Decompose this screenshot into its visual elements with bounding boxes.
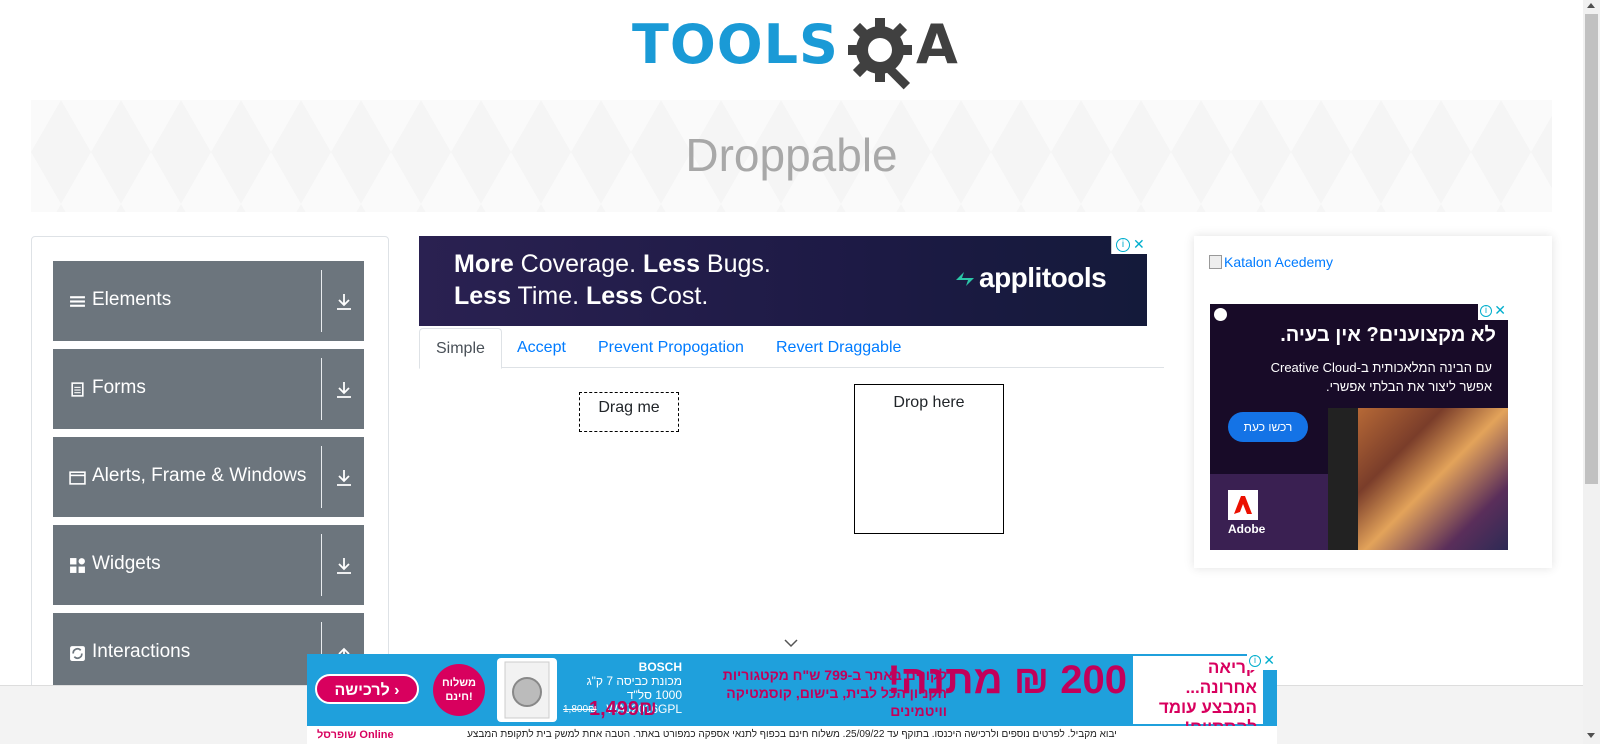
ad-brand: Adobe [1228,522,1266,536]
product-price: 1,499₪ [589,698,657,720]
page-title: Droppable [685,129,898,181]
broken-image-icon [1209,255,1222,269]
download-arrow-icon[interactable] [334,291,354,313]
refresh-icon [70,646,85,661]
sidebar-group-elements[interactable]: Elements [53,261,364,341]
ad-brand: applitools [979,262,1107,293]
tab-simple[interactable]: Simple [419,328,502,369]
tab-revert-draggable[interactable]: Revert Draggable [760,328,917,369]
ad-text: Less [586,282,643,310]
product-brand: BOSCH [638,660,682,674]
download-arrow-icon[interactable] [334,555,354,577]
sidebar-group-label: Alerts, Frame & Windows [92,465,307,486]
page-scrollbar[interactable] [1583,0,1600,744]
logo-text: TOOLS [632,13,839,76]
ad-description: לקונים באתר ב-799 ש"ח מקטגוריות הקניון ה… [722,667,947,719]
ad-choices[interactable]: i ✕ [1247,654,1277,670]
download-arrow-icon[interactable] [334,379,354,401]
download-arrow-icon[interactable] [334,467,354,489]
applitools-mark-icon [956,272,974,286]
applitools-ad[interactable]: More Coverage. Less Bugs. Less Time. Les… [419,236,1147,326]
tab-prevent-propogation[interactable]: Prevent Propogation [582,328,760,369]
ad-line-1: More Coverage. Less Bugs. [454,250,771,279]
katalon-alt-text: Katalon Acedemy [1224,254,1333,270]
ad-footnote: יבוא מקביל. לפרטים נוספים ולרכישה היכנסו… [307,726,1277,744]
divider [321,446,322,508]
ad-image [1332,408,1508,550]
chevron-down-icon[interactable] [783,638,799,648]
ad-choices[interactable]: i ✕ [1478,304,1508,320]
buy-button[interactable]: לרכישה › [315,674,419,704]
product-old-price: 1,800₪ [563,704,597,715]
close-icon[interactable]: ✕ [1263,654,1275,669]
ad-subtext-line: אפשר ליצור את הבלתי אפשרי. [1325,379,1492,394]
sidebar-group-label: Widgets [92,553,161,574]
info-icon[interactable]: i [1116,238,1130,252]
shield-icon [1214,308,1227,321]
window-icon [69,471,86,485]
sidebar-group-widgets[interactable]: Widgets [53,525,364,605]
ad-heading: לא מקצוענים? אין בעיה. [1280,324,1496,346]
ad-text: Less [454,282,511,310]
ad-text: Coverage. [513,250,643,278]
divider [321,534,322,596]
sidebar: Elements Forms Alerts, Frame & Windows W… [31,236,389,696]
sidebar-group-label: Interactions [92,641,191,662]
ad-brand: שופרסל Online [317,729,394,741]
info-icon[interactable]: i [1480,305,1492,317]
scroll-up-arrow-icon[interactable] [1587,3,1595,8]
page-banner: Droppable [31,100,1552,212]
divider [321,358,322,420]
widgets-grid-icon [70,558,85,573]
ad-text: More [454,250,514,278]
right-ad-panel: Katalon Acedemy לא מקצוענים? אין בעיה. ע… [1194,236,1552,568]
ad-text: Time. [510,282,586,310]
info-icon[interactable]: i [1249,655,1261,667]
sidebar-group-forms[interactable]: Forms [53,349,364,429]
scroll-down-arrow-icon[interactable] [1587,733,1595,738]
bottom-ad[interactable]: קריאה אחרונה... המבצע עומד להסתיים! 200 … [307,654,1277,744]
close-icon[interactable]: ✕ [1494,304,1506,319]
sidebar-group-alerts[interactable]: Alerts, Frame & Windows [53,437,364,517]
gear-icon [848,18,912,90]
tab-accept[interactable]: Accept [501,328,582,369]
document-icon [71,382,84,397]
ad-text: Less [642,250,700,278]
ad-subtext: עם הבינה המלאכותית ב-Creative Cloud אפשר… [1271,358,1492,396]
adobe-ad[interactable]: לא מקצוענים? אין בעיה. עם הבינה המלאכותי… [1210,304,1508,550]
ad-subtext-line: עם הבינה המלאכותית ב-Creative Cloud [1270,360,1492,375]
close-icon[interactable]: ✕ [1133,236,1145,253]
katalon-ad-link[interactable]: Katalon Acedemy [1209,254,1333,270]
hamburger-icon [70,296,85,307]
droppable-box[interactable]: Drop here [854,384,1004,534]
ad-text: Cost. [642,282,709,310]
divider [321,270,322,332]
draggable-box[interactable]: Drag me [579,392,679,432]
ad-line-2: Less Time. Less Cost. [454,282,708,311]
buy-now-button[interactable]: רכשו כעת [1228,412,1308,442]
sidebar-group-label: Forms [92,377,146,398]
toolsqa-logo[interactable]: TOOLS A [632,13,958,92]
ad-choices[interactable]: i ✕ [1111,236,1147,254]
scrollbar-thumb[interactable] [1585,14,1598,484]
droppable-tabs: Simple Accept Prevent Propogation Revert… [419,328,1164,369]
washing-machine-image [497,658,557,722]
ad-badge: קריאה אחרונה... המבצע עומד להסתיים! [1133,656,1263,737]
tablet-image [1328,408,1358,550]
free-delivery-badge: משלוח חינם! [433,664,485,716]
adobe-logo-icon [1228,490,1258,520]
ad-text: Bugs. [699,250,771,278]
sidebar-group-label: Elements [92,289,172,310]
logo-suffix: A [916,13,958,76]
